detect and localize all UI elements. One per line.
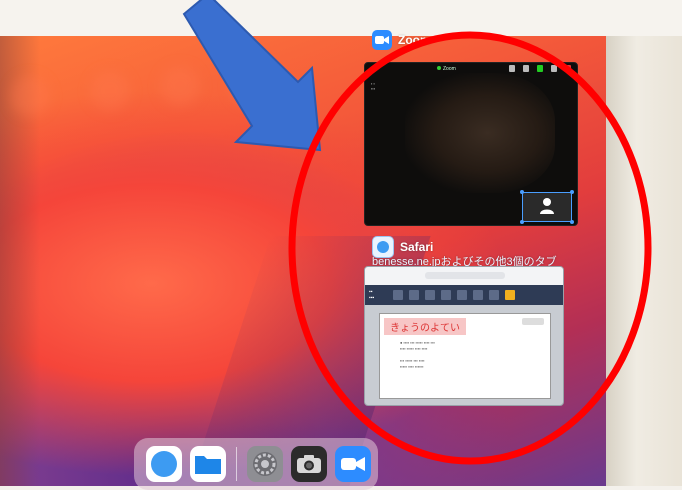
safari-address-bar (425, 272, 505, 279)
site-logo: ▪▪ ▪▪▪ (369, 289, 375, 301)
gear-icon[interactable] (247, 446, 283, 482)
safari-tab-bar (365, 267, 563, 286)
page-tag (522, 318, 544, 325)
zoom-self-view[interactable] (520, 190, 574, 224)
safari-app-card[interactable]: ▪▪ ▪▪▪ きょうのよてい ● ▪▪▪▪ ▪▪▪ ▪▪▪▪▪ ▪▪▪▪ ▪▪▪ ▪… (364, 266, 564, 406)
zoom-camera-icon (372, 30, 392, 50)
tool-icon (457, 290, 467, 300)
tool-icon (489, 290, 499, 300)
zoom-share-icon[interactable] (537, 65, 543, 72)
tool-icon (441, 290, 451, 300)
annotation-arrow-icon (182, 0, 322, 152)
camera-icon[interactable] (291, 446, 327, 482)
person-icon (540, 198, 554, 214)
zoom-app-header[interactable]: Zoom (372, 30, 431, 50)
tool-icon (409, 290, 419, 300)
zoom-side-label: ▪ ▪ ▪▪▪ (371, 81, 376, 91)
tool-icon (425, 290, 435, 300)
zoom-app-name: Zoom (398, 33, 431, 47)
zoom-control-icon[interactable] (509, 65, 515, 72)
zoom-meeting-toolbar: Zoom (365, 63, 577, 77)
safari-app-name: Safari (400, 240, 434, 254)
wallpaper-blob (90, 71, 130, 111)
web-page-content: きょうのよてい ● ▪▪▪▪ ▪▪▪ ▪▪▪▪▪ ▪▪▪▪ ▪▪▪ ▪▪▪▪ ▪▪… (379, 313, 551, 399)
zoom-control-icon[interactable] (523, 65, 529, 72)
ipad-bezel (606, 36, 682, 486)
tool-icon (473, 290, 483, 300)
page-body-text: ● ▪▪▪▪ ▪▪▪ ▪▪▪▪▪ ▪▪▪▪ ▪▪▪ ▪▪▪▪ ▪▪▪▪▪ ▪▪▪▪… (400, 340, 435, 369)
photo-border (0, 0, 682, 38)
web-toolbar: ▪▪ ▪▪▪ (365, 285, 563, 305)
zoom-camera-icon[interactable] (335, 446, 371, 482)
safari-compass-icon[interactable] (146, 446, 182, 482)
tool-icon (393, 290, 403, 300)
dock (134, 438, 378, 490)
wallpaper-blob (10, 76, 50, 116)
tool-icon-active (505, 290, 515, 300)
video-feed (405, 73, 555, 193)
page-heading: きょうのよてい (384, 318, 466, 335)
dock-divider (236, 447, 237, 481)
zoom-status-indicator: Zoom (437, 66, 456, 72)
files-folder-icon[interactable] (190, 446, 226, 482)
zoom-leave-icon[interactable] (565, 65, 571, 72)
zoom-control-icon[interactable] (551, 65, 557, 72)
